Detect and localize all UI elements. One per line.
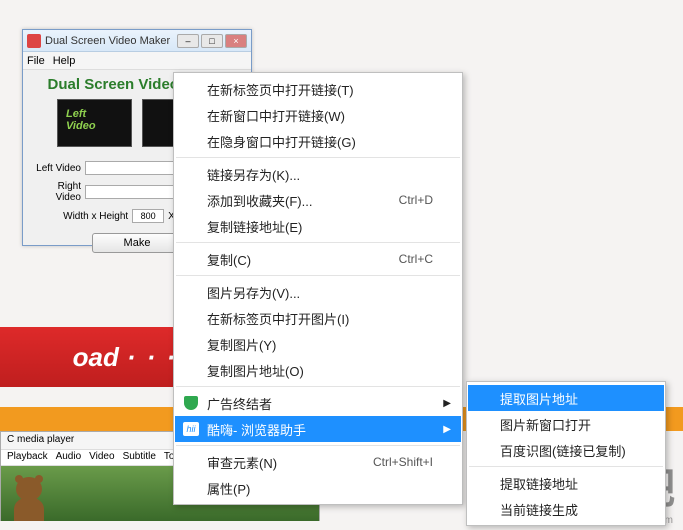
ctx-sub-item-4[interactable]: 提取链接地址 xyxy=(468,470,664,496)
menu-item-label: 在新标签页中打开链接(T) xyxy=(207,80,354,99)
menu-item-label: 在新标签页中打开图片(I) xyxy=(207,309,349,328)
menu-item-label: 在新窗口中打开链接(W) xyxy=(207,106,345,125)
menu-separator xyxy=(469,466,663,467)
chevron-right-icon: ▶ xyxy=(443,424,451,435)
menu-item-label: 添加到收藏夹(F)... xyxy=(207,191,312,210)
menu-item-label: 广告终结者 xyxy=(207,394,272,413)
ctx-item-8[interactable]: 复制(C) Ctrl+C xyxy=(175,246,461,272)
menubar: File Help xyxy=(23,52,251,70)
menu-item-label: 百度识图(链接已复制) xyxy=(500,441,626,460)
menu-item-label: 当前链接生成 xyxy=(500,500,578,519)
menu-separator xyxy=(176,445,460,446)
ctx-sub-item-5[interactable]: 当前链接生成 xyxy=(468,496,664,522)
menu-item-shortcut: Ctrl+C xyxy=(399,252,433,266)
menu-item-label: 审查元素(N) xyxy=(207,453,277,472)
menu-separator xyxy=(176,242,460,243)
ctx-item-6[interactable]: 复制链接地址(E) xyxy=(175,213,461,239)
ctx-item-5[interactable]: 添加到收藏夹(F)... Ctrl+D xyxy=(175,187,461,213)
context-menu: 在新标签页中打开链接(T) 在新窗口中打开链接(W) 在隐身窗口中打开链接(G) 链接… xyxy=(173,72,463,505)
context-submenu: 提取图片地址图片新窗口打开百度识图(链接已复制) 提取链接地址当前链接生成 xyxy=(466,381,666,526)
menu-separator xyxy=(176,157,460,158)
menu-item-label: 图片另存为(V)... xyxy=(207,283,300,302)
width-input[interactable] xyxy=(132,209,164,223)
shield-icon xyxy=(183,395,199,411)
ctx-item-2[interactable]: 在隐身窗口中打开链接(G) xyxy=(175,128,461,154)
menu-item-label: 属性(P) xyxy=(207,479,250,498)
left-video-label: Left Video xyxy=(66,108,96,132)
vlc-menu-subtitle[interactable]: Subtitle xyxy=(123,451,156,464)
vlc-menu-playback[interactable]: Playback xyxy=(7,451,48,464)
menu-item-label: 复制(C) xyxy=(207,250,251,269)
menu-item-label: 复制图片(Y) xyxy=(207,335,276,354)
left-video-preview[interactable]: Left Video xyxy=(57,99,132,147)
ctx-item-19[interactable]: 属性(P) xyxy=(175,475,461,501)
ctx-item-1[interactable]: 在新窗口中打开链接(W) xyxy=(175,102,461,128)
ctx-sub-item-1[interactable]: 图片新窗口打开 xyxy=(468,411,664,437)
menu-help[interactable]: Help xyxy=(53,55,76,67)
ctx-item-16[interactable]: hii 酷嗨- 浏览器助手 ▶ xyxy=(175,416,461,442)
left-video-field-label: Left Video xyxy=(33,163,81,174)
ctx-item-15[interactable]: 广告终结者 ▶ xyxy=(175,390,461,416)
hii-icon: hii xyxy=(183,421,199,437)
ctx-item-4[interactable]: 链接另存为(K)... xyxy=(175,161,461,187)
menu-item-shortcut: Ctrl+Shift+I xyxy=(373,455,433,469)
maximize-button[interactable]: □ xyxy=(201,34,223,48)
app-icon xyxy=(27,34,41,48)
close-button[interactable]: × xyxy=(225,34,247,48)
window-title: Dual Screen Video Maker xyxy=(45,35,177,47)
ctx-item-10[interactable]: 图片另存为(V)... xyxy=(175,279,461,305)
minimize-button[interactable]: – xyxy=(177,34,199,48)
titlebar[interactable]: Dual Screen Video Maker – □ × xyxy=(23,30,251,52)
vlc-menu-video[interactable]: Video xyxy=(89,451,114,464)
bear-cartoon xyxy=(9,475,49,521)
chevron-right-icon: ▶ xyxy=(443,398,451,409)
menu-item-label: 图片新窗口打开 xyxy=(500,415,591,434)
make-button[interactable]: Make xyxy=(92,233,182,253)
menu-item-label: 链接另存为(K)... xyxy=(207,165,300,184)
menu-item-label: 复制链接地址(E) xyxy=(207,217,302,236)
right-video-field-label: Right Video xyxy=(33,181,81,203)
ctx-item-13[interactable]: 复制图片地址(O) xyxy=(175,357,461,383)
menu-separator xyxy=(176,386,460,387)
ctx-item-12[interactable]: 复制图片(Y) xyxy=(175,331,461,357)
menu-item-label: 酷嗨- 浏览器助手 xyxy=(207,420,306,439)
download-dots-icon: · · · xyxy=(127,342,177,373)
menu-file[interactable]: File xyxy=(27,55,45,67)
menu-item-label: 提取图片地址 xyxy=(500,389,578,408)
dims-label: Width x Height xyxy=(63,211,128,222)
ctx-sub-item-0[interactable]: 提取图片地址 xyxy=(468,385,664,411)
menu-item-shortcut: Ctrl+D xyxy=(399,193,433,207)
menu-item-label: 提取链接地址 xyxy=(500,474,578,493)
ctx-item-11[interactable]: 在新标签页中打开图片(I) xyxy=(175,305,461,331)
menu-separator xyxy=(176,275,460,276)
menu-item-label: 复制图片地址(O) xyxy=(207,361,304,380)
ctx-sub-item-2[interactable]: 百度识图(链接已复制) xyxy=(468,437,664,463)
vlc-menu-audio[interactable]: Audio xyxy=(56,451,82,464)
ctx-item-0[interactable]: 在新标签页中打开链接(T) xyxy=(175,76,461,102)
menu-item-label: 在隐身窗口中打开链接(G) xyxy=(207,132,356,151)
download-text: oad xyxy=(73,342,119,373)
ctx-item-18[interactable]: 审查元素(N) Ctrl+Shift+I xyxy=(175,449,461,475)
